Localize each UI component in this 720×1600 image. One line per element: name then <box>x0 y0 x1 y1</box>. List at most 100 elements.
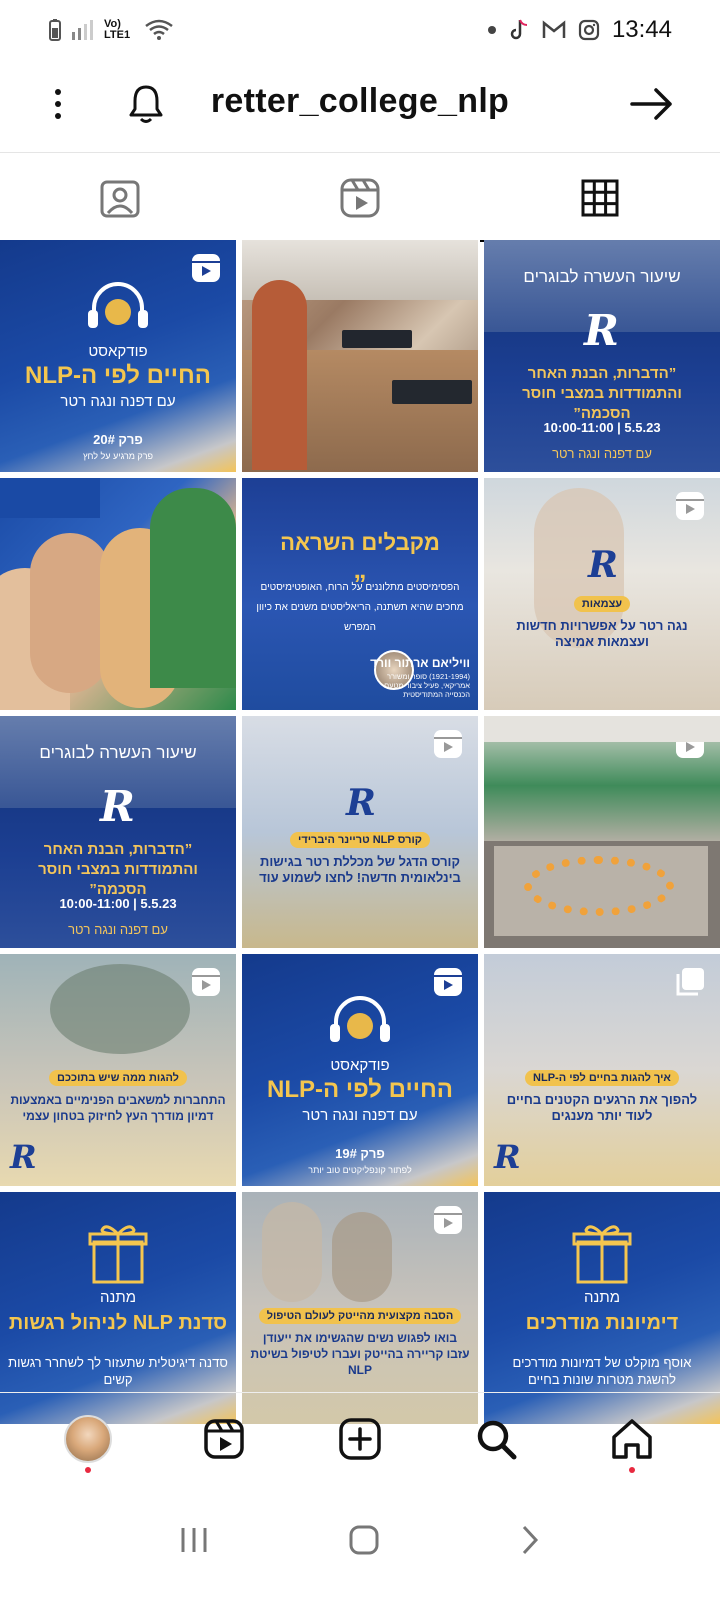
profile-tabs <box>0 152 720 242</box>
post-tile[interactable]: R עצמאות נגה רטר על אפשרויות חדשות ועצמא… <box>484 478 720 710</box>
college-logo: R <box>494 1138 521 1176</box>
post-body: התחברות למשאבים הפנימיים באמצעות דמיון מ… <box>10 1093 226 1123</box>
post-tile[interactable]: הסבה מקצועית מהייטק לעולם הטיפול בואו לפ… <box>242 1192 478 1424</box>
post-title: דימיונות מודרכים <box>525 1312 679 1334</box>
battery-icon <box>49 19 61 41</box>
post-tile[interactable]: מתנה סדנת NLP לניהול רגשות סדנה דיגיטלית… <box>0 1192 236 1424</box>
post-body: להפוך את הרגעים הקטנים בחיים לעוד יותר מ… <box>506 1092 698 1123</box>
reel-badge-icon <box>434 968 462 996</box>
post-tile[interactable] <box>0 478 236 710</box>
post-label: פודקאסט <box>88 343 148 360</box>
post-title: סדנת NLP לניהול רגשות <box>8 1312 228 1334</box>
college-logo: R <box>100 782 135 831</box>
post-subtitle: עם דפנה ונגה רטר <box>302 1107 418 1124</box>
post-pill: קורס NLP טריינר היברידי <box>290 832 430 848</box>
post-tile[interactable]: פודקאסט החיים לפי ה-NLP עם דפנה ונגה רטר… <box>242 954 478 1186</box>
post-byline: עם דפנה ונגה רטר <box>552 446 652 461</box>
post-label: מתנה <box>99 1289 136 1306</box>
post-tile[interactable]: פודקאסט החיים לפי ה-NLP עם דפנה ונגה רטר… <box>0 240 236 472</box>
back-icon <box>522 1525 538 1554</box>
post-tile[interactable]: שיעור העשרה לבוגרים R ”הדברות, הבנת האחר… <box>484 240 720 472</box>
post-tile[interactable]: R קורס NLP טריינר היברידי קורס הדגל של מ… <box>242 716 478 948</box>
reel-badge-icon <box>676 492 704 520</box>
college-logo: R <box>346 782 376 824</box>
post-tile[interactable] <box>242 240 478 472</box>
home-icon <box>612 1418 652 1459</box>
nav-profile[interactable] <box>58 1409 118 1473</box>
post-pill: עצמאות <box>573 596 631 612</box>
post-tile[interactable]: איך להגות בחיים לפי ה-NLP להפוך את הרגעי… <box>484 954 720 1186</box>
post-body: הפסימיסטים מתלוננים על הרוח, האופטימיסטי… <box>256 582 464 633</box>
system-navigation <box>0 1484 720 1600</box>
recents-icon <box>181 1527 207 1552</box>
system-back-button[interactable] <box>519 1524 541 1561</box>
post-title: החיים לפי ה-NLP <box>267 1076 453 1103</box>
status-bar: Vo) LTE1 13:44 <box>0 0 720 60</box>
college-logo: R <box>584 306 619 355</box>
gift-icon <box>88 1225 148 1284</box>
recents-button[interactable] <box>179 1526 209 1559</box>
nav-search[interactable] <box>466 1409 526 1469</box>
post-subtitle: עם דפנה ונגה רטר <box>60 393 176 410</box>
bottom-navigation <box>0 1392 720 1484</box>
post-tile[interactable]: מתנה דימיונות מודרכים אוסף מוקלט של דמיו… <box>484 1192 720 1424</box>
post-datetime: 10:00-11:00 | 5.5.23 <box>543 420 661 435</box>
reels-icon <box>204 1418 244 1459</box>
dot-icon <box>487 26 496 34</box>
gmail-icon <box>542 20 566 38</box>
clock: 13:44 <box>611 16 672 43</box>
tab-tagged[interactable] <box>0 153 240 242</box>
post-body: נגה רטר על אפשרויות חדשות ועצמאות אמיצה <box>516 618 688 649</box>
system-home-button[interactable] <box>348 1524 380 1561</box>
nav-create[interactable] <box>330 1409 390 1469</box>
tab-grid[interactable] <box>480 153 720 242</box>
post-title: החיים לפי ה-NLP <box>25 362 211 389</box>
network-label: Vo) LTE1 <box>104 18 131 41</box>
post-tile[interactable]: להגות ממה שיש בתוככם התחברות למשאבים הפנ… <box>0 954 236 1186</box>
post-tile[interactable] <box>484 716 720 948</box>
tiktok-icon <box>510 19 527 40</box>
college-logo: R <box>10 1138 37 1176</box>
carousel-badge-icon <box>676 968 704 996</box>
post-episode: פרק 19# <box>335 1146 385 1161</box>
post-pill: איך להגות בחיים לפי ה-NLP <box>525 1070 679 1086</box>
post-body: קורס הדגל של מכללת רטר בגישות בינלאומית … <box>259 854 461 885</box>
headphones-icon <box>330 996 390 1042</box>
college-logo: R <box>588 544 618 586</box>
author-name: וויליאם ארתור וורד <box>370 656 470 670</box>
search-icon <box>477 1420 517 1459</box>
post-title: שיעור העשרה לבוגרים <box>523 267 681 286</box>
reel-badge-icon <box>192 254 220 282</box>
tab-reels[interactable] <box>240 153 480 242</box>
gift-icon <box>572 1225 632 1284</box>
post-body: סדנה דיגיטלית שתעזור לך לשחרר רגשות קשים <box>8 1355 228 1387</box>
nav-reels[interactable] <box>194 1409 254 1469</box>
post-caption: לפתור קונפליקטים טוב יותר <box>308 1165 412 1175</box>
post-byline: עם דפנה ונגה רטר <box>68 922 168 937</box>
post-tile[interactable]: שיעור העשרה לבוגרים R ”הדברות, הבנת האחר… <box>0 716 236 948</box>
post-title: מקבלים השראה <box>280 530 440 555</box>
post-body: בואו לפגוש נשים שהגשימו את ייעודן עזבו ק… <box>250 1331 470 1377</box>
profile-avatar <box>64 1414 112 1463</box>
post-label: מתנה <box>583 1289 620 1306</box>
home-circle-icon <box>349 1525 379 1554</box>
post-title: שיעור העשרה לבוגרים <box>39 743 197 762</box>
profile-header: retter_college_nlp <box>0 60 720 152</box>
instagram-icon <box>578 19 600 41</box>
nav-home[interactable] <box>602 1409 662 1473</box>
signal-icon <box>72 20 93 40</box>
grid-icon <box>581 179 619 216</box>
posts-grid: פודקאסט החיים לפי ה-NLP עם דפנה ונגה רטר… <box>0 240 720 1424</box>
post-episode: פרק 20# <box>93 432 143 447</box>
headphones-icon <box>88 282 148 328</box>
profile-username: retter_college_nlp <box>210 82 510 120</box>
post-body: אוסף מוקלט של דמיונות מודרכים להשגת מטרו… <box>512 1355 692 1387</box>
post-label: פודקאסט <box>330 1057 390 1074</box>
reels-icon <box>340 178 380 217</box>
tagged-person-icon <box>100 180 140 217</box>
post-caption: פרק מרגיע על לחץ <box>82 451 154 461</box>
wifi-icon <box>145 19 173 40</box>
forward-button[interactable] <box>622 74 682 134</box>
post-tile[interactable]: מקבלים השראה „ הפסימיסטים מתלוננים על הר… <box>242 478 478 710</box>
post-datetime: 10:00-11:00 | 5.5.23 <box>59 896 177 911</box>
